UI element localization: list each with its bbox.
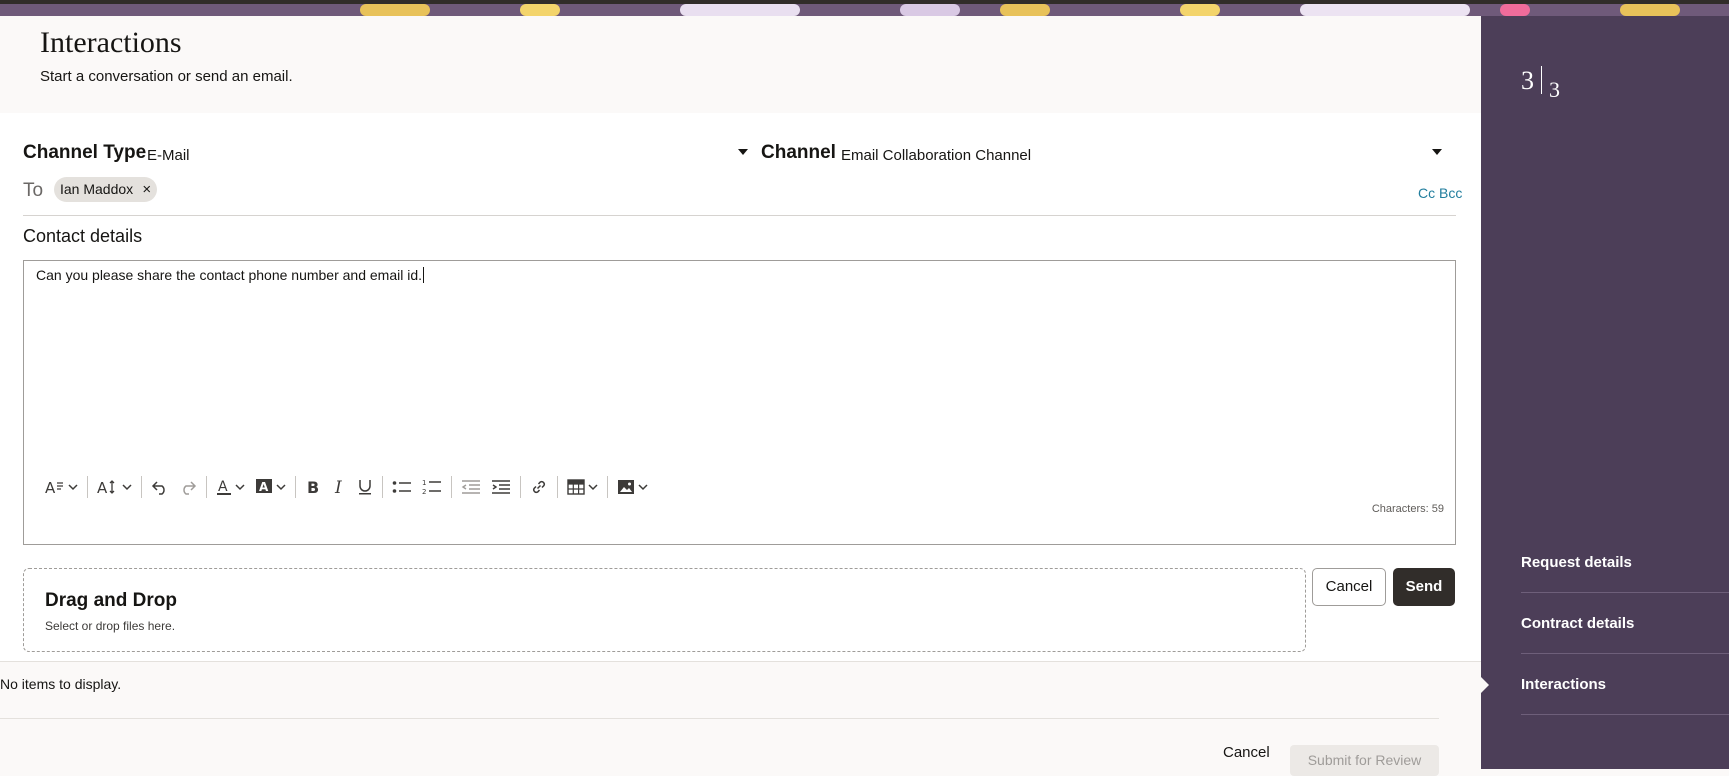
toolbar-separator	[382, 476, 383, 498]
svg-text:A: A	[97, 479, 108, 496]
banner-pattern	[1000, 4, 1050, 16]
close-icon[interactable]: ×	[142, 177, 151, 202]
italic-icon[interactable]: I	[326, 473, 352, 501]
image-icon[interactable]	[612, 473, 653, 501]
step-counter: 33	[1521, 66, 1560, 102]
recipient-chip[interactable]: Ian Maddox ×	[54, 177, 158, 202]
svg-text:A: A	[259, 480, 269, 494]
toolbar-separator	[295, 476, 296, 498]
channel-type-label: Channel Type	[23, 142, 147, 163]
recipient-name: Ian Maddox	[60, 181, 134, 197]
toolbar-separator	[520, 476, 521, 498]
svg-text:2: 2	[422, 488, 426, 496]
message-text: Can you please share the contact phone n…	[36, 267, 423, 283]
indent-icon[interactable]	[486, 473, 516, 501]
message-body[interactable]: Can you please share the contact phone n…	[36, 267, 425, 283]
step-total: 3	[1549, 77, 1560, 102]
submit-for-review-button[interactable]: Submit for Review	[1290, 745, 1439, 776]
divider	[0, 718, 1439, 719]
channel-label: Channel	[761, 142, 836, 163]
numbered-list-icon[interactable]: 12	[417, 473, 447, 501]
nav-item-contract-details[interactable]: Contract details	[1521, 615, 1729, 632]
nav-item-request-details[interactable]: Request details	[1521, 554, 1729, 571]
step-sidebar: 33 Request details Contract details Inte…	[1481, 16, 1729, 769]
link-icon[interactable]	[525, 473, 553, 501]
page-title: Interactions	[40, 26, 182, 59]
bullet-list-icon[interactable]	[387, 473, 417, 501]
banner-pattern	[1500, 4, 1530, 16]
svg-text:B: B	[307, 478, 319, 496]
banner-pattern	[520, 4, 560, 16]
banner-pattern	[360, 4, 430, 16]
divider	[1521, 592, 1729, 593]
banner-top-strip	[0, 0, 1729, 4]
divider	[1521, 714, 1729, 715]
nav-item-interactions[interactable]: Interactions	[1521, 676, 1729, 693]
svg-text:A: A	[45, 479, 56, 496]
subject-field[interactable]: Contact details	[23, 226, 142, 247]
format-icon[interactable]: A	[40, 473, 83, 501]
step-current: 3	[1521, 66, 1534, 95]
banner-pattern	[1180, 4, 1220, 16]
send-button[interactable]: Send	[1393, 568, 1455, 606]
chevron-down-icon[interactable]	[1432, 149, 1442, 155]
header-banner	[0, 0, 1729, 16]
divider	[1521, 653, 1729, 654]
to-label: To	[23, 180, 44, 201]
channel-value: Email Collaboration Channel	[841, 147, 1032, 164]
svg-text:I: I	[334, 478, 342, 496]
redo-icon[interactable]	[174, 473, 202, 501]
main-content: Interactions Start a conversation or sen…	[0, 16, 1481, 776]
footer-cancel-button[interactable]: Cancel	[1223, 744, 1270, 761]
toolbar-separator	[87, 476, 88, 498]
toolbar-separator	[206, 476, 207, 498]
banner-pattern	[1620, 4, 1680, 16]
page-subtitle: Start a conversation or send an email.	[40, 68, 293, 85]
dropzone-title: Drag and Drop	[45, 590, 177, 611]
table-icon[interactable]	[562, 473, 603, 501]
cancel-button[interactable]: Cancel	[1312, 568, 1386, 606]
undo-icon[interactable]	[146, 473, 174, 501]
toolbar-separator	[451, 476, 452, 498]
active-step-pointer	[1481, 677, 1489, 693]
underline-icon[interactable]	[352, 473, 378, 501]
font-color-icon[interactable]: A	[211, 473, 250, 501]
svg-text:1: 1	[422, 479, 426, 487]
channel-type-value: E-Mail	[147, 147, 190, 164]
svg-text:A: A	[218, 479, 228, 495]
banner-pattern	[1300, 4, 1470, 16]
step-divider	[1541, 66, 1542, 94]
banner-pattern	[680, 4, 800, 16]
toolbar-separator	[557, 476, 558, 498]
message-editor[interactable]: Can you please share the contact phone n…	[23, 260, 1456, 545]
chevron-down-icon[interactable]	[738, 149, 748, 155]
file-dropzone[interactable]: Drag and Drop Select or drop files here.	[23, 568, 1306, 652]
bold-icon[interactable]: B	[300, 473, 326, 501]
divider	[23, 215, 1456, 216]
editor-toolbar: A A A A B I 1 2	[40, 473, 653, 501]
toolbar-separator	[607, 476, 608, 498]
text-cursor	[423, 267, 425, 283]
toolbar-separator	[141, 476, 142, 498]
cc-bcc-link[interactable]: Cc Bcc	[1418, 185, 1462, 201]
dropzone-subtitle: Select or drop files here.	[45, 619, 176, 633]
outdent-icon[interactable]	[456, 473, 486, 501]
highlight-icon[interactable]: A	[250, 473, 291, 501]
character-count: Characters: 59	[1371, 503, 1444, 515]
banner-pattern	[900, 4, 960, 16]
empty-list-message: No items to display.	[0, 676, 122, 692]
font-size-icon[interactable]: A	[92, 473, 137, 501]
